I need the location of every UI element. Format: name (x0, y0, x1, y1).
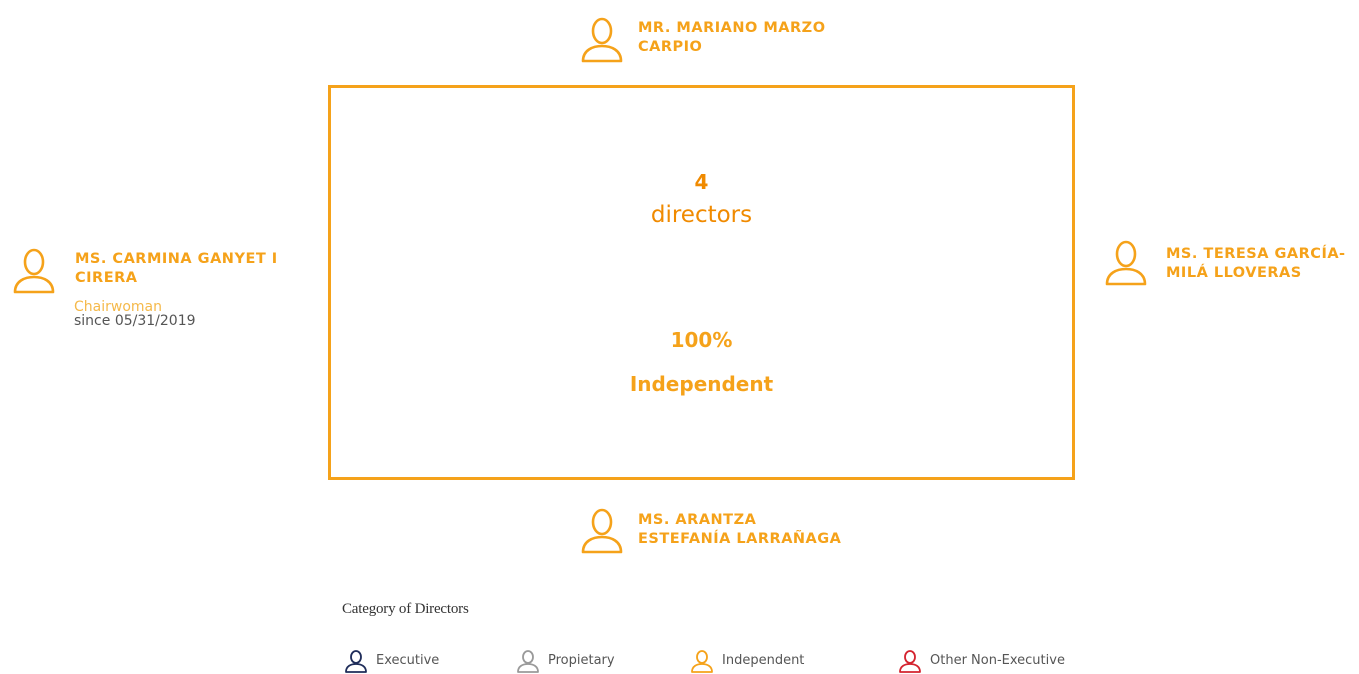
person-icon (581, 17, 623, 63)
person-icon (13, 248, 55, 294)
legend-label: Executive (376, 653, 440, 668)
person-icon (581, 508, 623, 554)
person-icon (691, 650, 713, 673)
person-icon (899, 650, 921, 673)
director-name: MR. MARIANO MARZO CARPIO (638, 20, 826, 55)
person-icon (1105, 240, 1147, 286)
legend-label: Independent (722, 653, 805, 668)
board-table: 4 directors 100% Independent (328, 85, 1075, 480)
director-since-date: since 05/31/2019 (74, 313, 196, 329)
director-name: MS. TERESA GARCÍA- MILÁ LLOVERAS (1166, 246, 1346, 281)
director-name: MS. CARMINA GANYET I CIRERA (75, 251, 278, 286)
director-name: MS. ARANTZA ESTEFANÍA LARRAÑAGA (638, 512, 842, 547)
legend-label: Other Non-Executive (930, 653, 1065, 668)
independent-category-label: Independent (629, 372, 774, 396)
legend-label: Propietary (548, 653, 615, 668)
legend-title: Category of Directors (342, 601, 469, 617)
director-count-label: directors (650, 202, 753, 228)
independent-percentage: 100% (670, 328, 733, 352)
person-icon (345, 650, 367, 673)
person-icon (517, 650, 539, 673)
director-count: 4 (694, 170, 709, 194)
